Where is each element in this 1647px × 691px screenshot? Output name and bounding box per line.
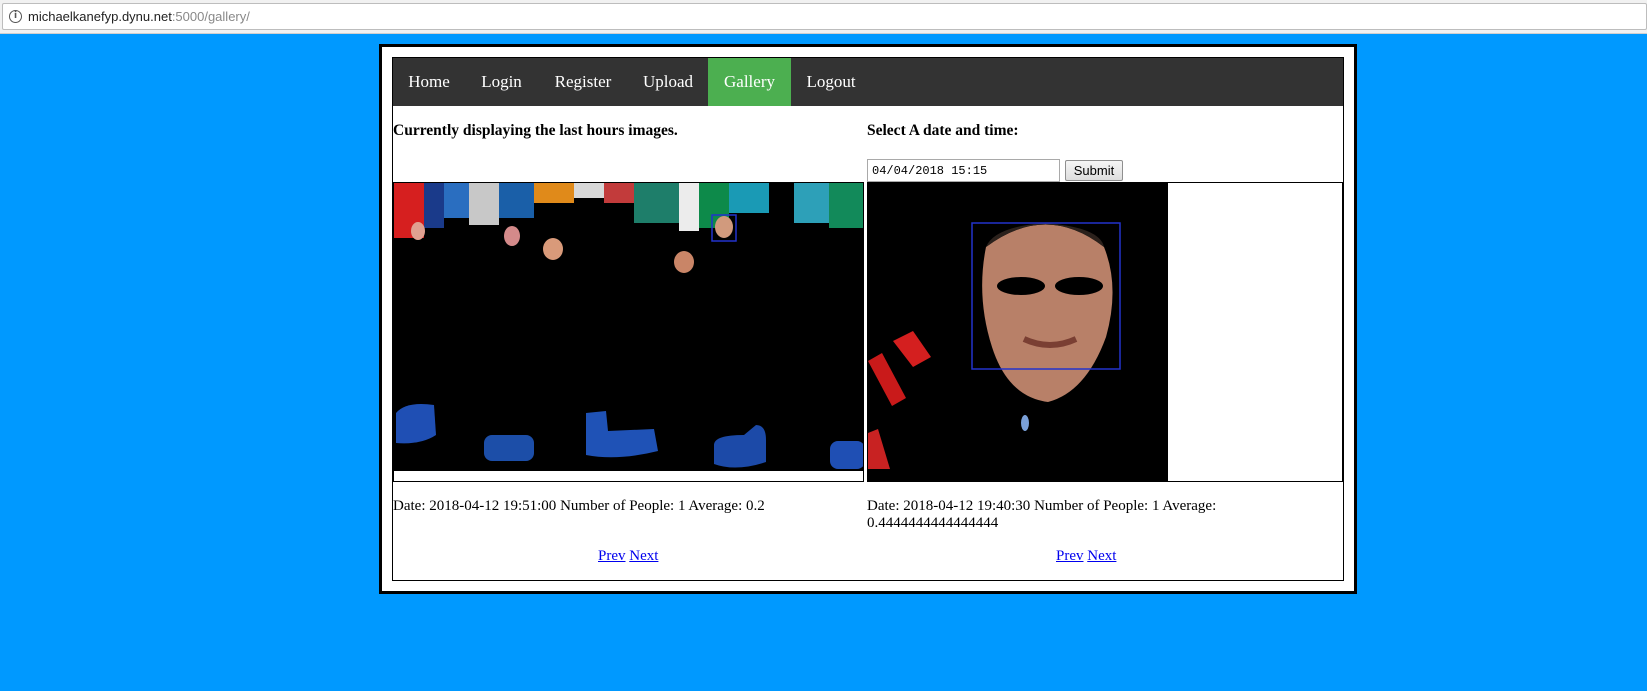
average-value: 0.2 [746, 498, 765, 514]
nav-upload[interactable]: Upload [628, 58, 708, 106]
people-label: Number of People: [1034, 498, 1149, 514]
nav-gallery[interactable]: Gallery [708, 58, 791, 106]
date-value: 2018-04-12 19:40:30 [903, 498, 1031, 514]
selected-image-photo [868, 183, 1342, 481]
recent-pager: Prev Next [598, 548, 658, 565]
average-label: Average: [1162, 498, 1217, 514]
people-label: Number of People: [560, 498, 675, 514]
selected-pager: Prev Next [1056, 548, 1116, 565]
nav-home[interactable]: Home [393, 58, 465, 106]
next-link[interactable]: Next [629, 548, 658, 564]
prev-link[interactable]: Prev [598, 548, 626, 564]
date-label: Date: [867, 498, 900, 514]
content-container: Home Login Register Upload Gallery Logou… [392, 57, 1344, 581]
date-label: Date: [393, 498, 426, 514]
url-text: michaelkanefyp.dynu.net:5000/gallery/ [28, 4, 250, 29]
prev-link[interactable]: Prev [1056, 548, 1084, 564]
browser-address-bar: i michaelkanefyp.dynu.net:5000/gallery/ [0, 0, 1647, 34]
next-link[interactable]: Next [1087, 548, 1116, 564]
selected-image [867, 182, 1343, 482]
nav-bar: Home Login Register Upload Gallery Logou… [393, 58, 1343, 106]
date-value: 2018-04-12 19:51:00 [429, 498, 557, 514]
datetime-input[interactable] [867, 159, 1060, 182]
select-datetime-heading: Select A date and time: [867, 122, 1019, 139]
average-label: Average: [688, 498, 743, 514]
selected-image-caption: Date: 2018-04-12 19:40:30 Number of Peop… [867, 498, 1267, 532]
average-value: 0.4444444444444444 [867, 515, 999, 531]
info-icon[interactable]: i [9, 10, 22, 23]
people-value: 1 [1151, 498, 1160, 514]
url-host: michaelkanefyp.dynu.net [28, 9, 172, 24]
nav-register[interactable]: Register [538, 58, 628, 106]
nav-logout[interactable]: Logout [791, 58, 871, 106]
people-value: 1 [677, 498, 686, 514]
nav-login[interactable]: Login [465, 58, 538, 106]
recent-image [393, 182, 864, 482]
url-path: :5000/gallery/ [171, 9, 250, 24]
submit-button[interactable]: Submit [1065, 160, 1123, 181]
last-hour-heading: Currently displaying the last hours imag… [393, 122, 678, 139]
recent-image-caption: Date: 2018-04-12 19:51:00 Number of Peop… [393, 498, 853, 515]
url-field[interactable]: i michaelkanefyp.dynu.net:5000/gallery/ [2, 3, 1647, 30]
page-frame: Home Login Register Upload Gallery Logou… [379, 44, 1357, 594]
recent-image-photo [394, 183, 863, 481]
